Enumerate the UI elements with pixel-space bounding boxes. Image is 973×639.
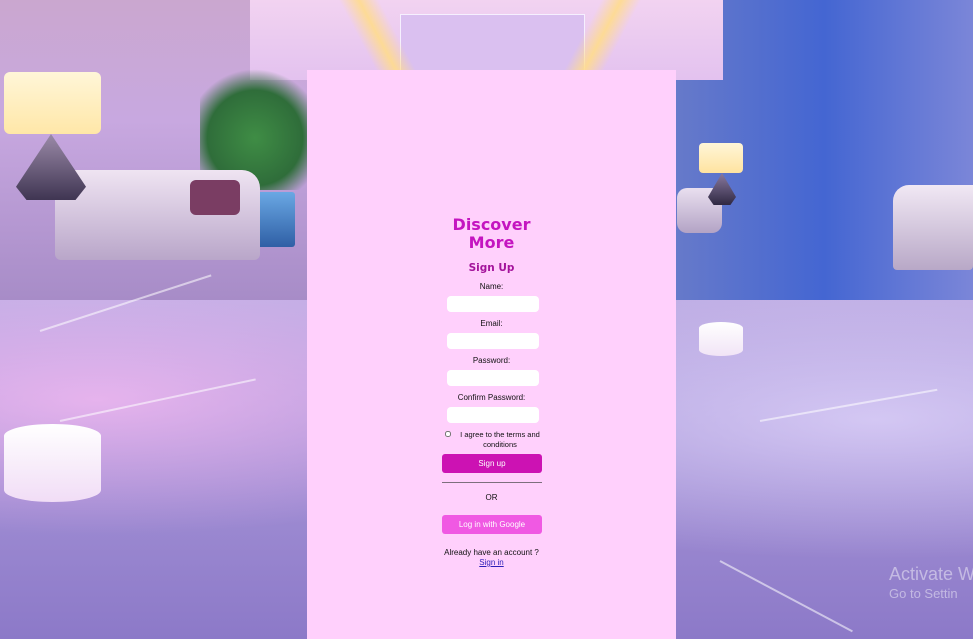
terms-text-line-2: conditions xyxy=(483,439,517,449)
email-label: Email: xyxy=(480,319,503,328)
cushion xyxy=(190,180,240,215)
account-prompt: Already have an account ? xyxy=(444,548,539,557)
stool-left xyxy=(4,424,101,502)
sofa-right xyxy=(893,185,973,270)
email-input[interactable] xyxy=(447,333,539,349)
brand-line-1: Discover xyxy=(452,215,531,234)
lamp-shade-right xyxy=(699,143,743,173)
watermark-line-2: Go to Settin xyxy=(889,586,958,601)
confirm-password-label: Confirm Password: xyxy=(457,393,526,402)
brand-title: Discover More xyxy=(307,216,676,252)
signup-panel: Discover More Sign Up Name: Email: Passw… xyxy=(307,70,676,639)
password-label: Password: xyxy=(472,356,511,365)
confirm-password-input[interactable] xyxy=(447,407,539,423)
terms-text-line-1: I agree to the terms and xyxy=(460,430,540,439)
divider-line xyxy=(442,482,542,483)
password-input[interactable] xyxy=(447,370,539,386)
stool-right xyxy=(699,322,743,356)
divider-or-text: OR xyxy=(485,493,498,502)
watermark-line-1: Activate W xyxy=(889,564,973,584)
google-login-button[interactable]: Log in with Google xyxy=(442,515,542,534)
windows-activation-watermark: Activate W Go to Settin xyxy=(889,563,973,603)
terms-checkbox[interactable] xyxy=(445,431,451,437)
brand-line-2: More xyxy=(468,233,515,252)
form-heading: Sign Up xyxy=(468,262,515,274)
ceiling-panel xyxy=(400,14,585,71)
lamp-shade-left xyxy=(4,72,101,134)
signup-button[interactable]: Sign up xyxy=(442,454,542,473)
name-input[interactable] xyxy=(447,296,539,312)
name-label: Name: xyxy=(479,282,504,291)
signin-link[interactable]: Sign in xyxy=(307,558,676,567)
terms-text: I agree to the terms and conditions xyxy=(455,430,545,449)
